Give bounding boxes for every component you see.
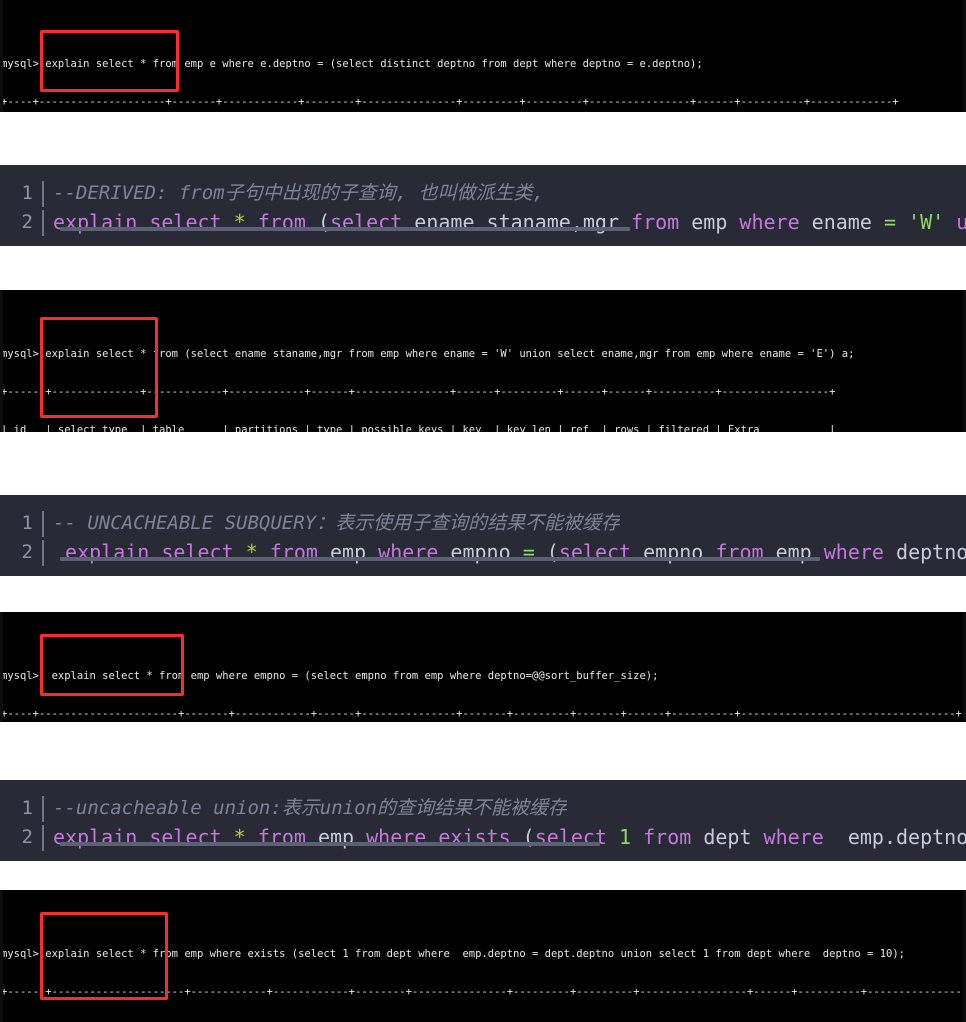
code-uncacheable-union[interactable]: 1 --uncacheable union:表示union的查询结果不能被缓存 … (0, 780, 966, 861)
sql-token: emp.deptno (823, 825, 966, 849)
code-line[interactable]: 1 --DERIVED: from子句中出现的子查询, 也叫做派生类, (0, 179, 966, 208)
terminal-line: mysql> explain select * from emp where e… (1, 948, 905, 961)
sql-token: from (631, 210, 680, 234)
code-line[interactable]: 1 --uncacheable union:表示union的查询结果不能被缓存 (0, 794, 966, 823)
sql-token: from (643, 825, 692, 849)
line-number: 1 (21, 797, 33, 819)
code-sql: explain select * from emp where exists (… (44, 823, 966, 852)
sql-token: = (883, 210, 896, 234)
sql-token: deptno (883, 540, 966, 564)
code-sql: explain select * from (select ename stan… (44, 208, 966, 237)
terminal-uncacheable-union: mysql> explain select * from emp where e… (0, 890, 966, 1022)
sql-token: union (956, 210, 966, 234)
terminal-line: mysql> explain select * from emp where e… (1, 670, 659, 683)
terminal-derived-union: mysql> explain select * from (select ena… (0, 290, 966, 432)
terminal-left-strip (0, 612, 3, 722)
code-line[interactable]: 2 explain select * from (select ename st… (0, 208, 966, 237)
sql-token: ename (799, 210, 884, 234)
terminal-line: +----+--------------------+-------+-----… (1, 96, 899, 109)
code-rows: 1 --DERIVED: from子句中出现的子查询, 也叫做派生类, 2 ex… (0, 165, 966, 246)
line-number: 1 (21, 512, 33, 534)
code-line[interactable]: 2 explain select * from emp where exists… (0, 823, 966, 852)
terminal-line: +------+--------------+------------+----… (1, 386, 836, 399)
code-sql: explain select * from emp where empno = … (44, 538, 966, 567)
terminal-line: mysql> explain select * from (select ena… (1, 348, 855, 361)
selection-underline (60, 227, 630, 231)
code-uncacheable-subquery[interactable]: 1 -- UNCACHEABLE SUBQUERY：表示使用子查询的结果不能被缓… (0, 495, 966, 576)
line-number: 2 (21, 211, 33, 233)
code-comment: --DERIVED: from子句中出现的子查询, 也叫做派生类, (53, 182, 544, 204)
terminal-line: +----+----------------------+-------+---… (1, 708, 962, 721)
sql-token: 1 (619, 825, 632, 849)
code-rows: 1 -- UNCACHEABLE SUBQUERY：表示使用子查询的结果不能被缓… (0, 495, 966, 576)
code-derived[interactable]: 1 --DERIVED: from子句中出现的子查询, 也叫做派生类, 2 ex… (0, 165, 966, 246)
sql-token: 'W' (908, 210, 945, 234)
sql-token: where (763, 825, 824, 849)
terminal-left-strip (0, 0, 3, 112)
code-rows: 1 --uncacheable union:表示union的查询结果不能被缓存 … (0, 780, 966, 861)
terminal-left-strip (0, 890, 3, 1022)
line-number: 2 (21, 826, 33, 848)
selection-underline (60, 557, 820, 561)
sql-token: dept (691, 825, 764, 849)
terminal-dependent-subquery: mysql> explain select * from emp e where… (0, 0, 966, 112)
terminal-line: +------+---------------------+----------… (1, 986, 966, 999)
sql-token: emp (679, 210, 740, 234)
code-comment: --uncacheable union:表示union的查询结果不能被缓存 (53, 797, 567, 819)
terminal-line: mysql> explain select * from emp e where… (1, 58, 703, 71)
terminal-line: | id | select_type | table | partitions … (1, 423, 836, 432)
selection-underline (60, 842, 600, 846)
line-number: 2 (21, 541, 33, 563)
terminal-left-strip (0, 290, 3, 432)
sql-token: where (739, 210, 800, 234)
terminal-uncacheable-subquery: mysql> explain select * from emp where e… (0, 612, 966, 722)
code-line[interactable]: 2 explain select * from emp where empno … (0, 538, 966, 567)
line-number: 1 (21, 182, 33, 204)
code-comment: -- UNCACHEABLE SUBQUERY：表示使用子查询的结果不能被缓存 (53, 512, 621, 534)
code-line[interactable]: 1 -- UNCACHEABLE SUBQUERY：表示使用子查询的结果不能被缓… (0, 509, 966, 538)
sql-token: where (823, 540, 884, 564)
